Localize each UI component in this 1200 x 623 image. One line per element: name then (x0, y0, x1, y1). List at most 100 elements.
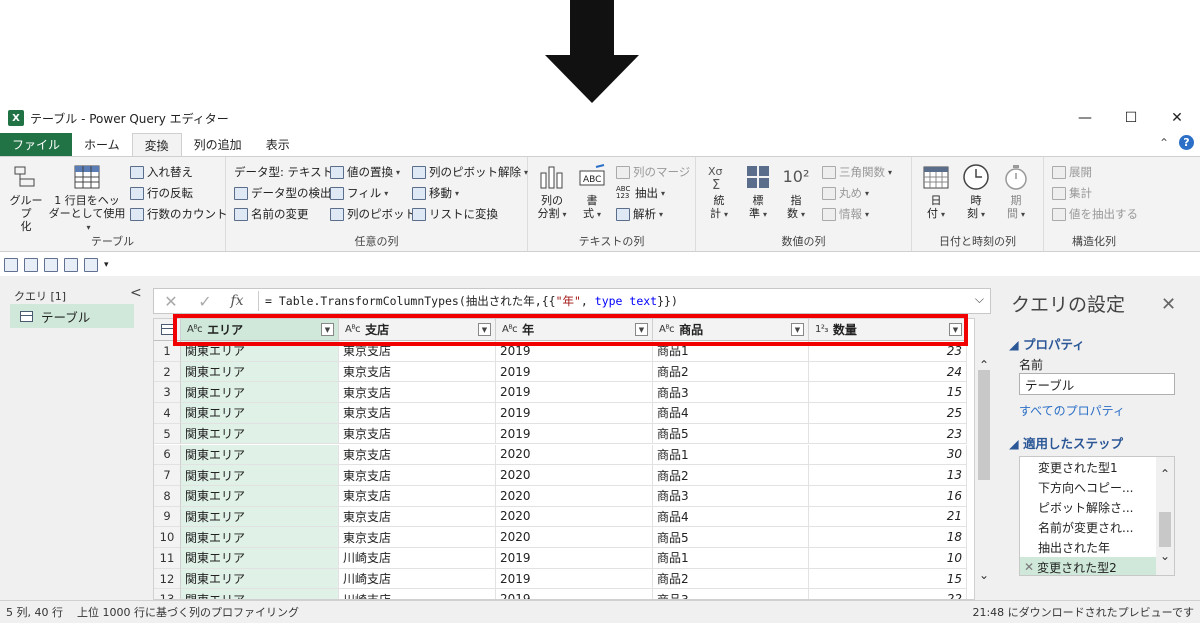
table-cell[interactable]: 関東エリア (181, 589, 339, 599)
table-cell[interactable]: 東京支店 (339, 403, 496, 424)
split-column-button[interactable]: 列の 分割 ▾ (532, 163, 572, 221)
table-cell[interactable]: 18 (809, 527, 967, 548)
properties-icon[interactable] (64, 258, 78, 272)
table-cell[interactable]: 2019 (496, 548, 653, 569)
applied-steps-header[interactable]: ◢ 適用したステップ (1009, 433, 1123, 452)
table-cell[interactable]: 関東エリア (181, 444, 339, 466)
scroll-down-icon[interactable]: ⌄ (975, 568, 993, 586)
detect-type-button[interactable]: データ型の検出 (234, 184, 332, 202)
step-item[interactable]: 下方向へコピー... (1020, 477, 1174, 497)
table-cell[interactable]: 東京支店 (339, 423, 496, 445)
row-number[interactable]: 5 (154, 423, 181, 445)
reverse-rows-button[interactable]: 行の反転 (130, 184, 193, 202)
formula-cancel-icon[interactable]: ✕ (154, 292, 188, 311)
customize-qat-icon[interactable]: ▾ (104, 260, 109, 270)
table-cell[interactable]: 東京支店 (339, 527, 496, 548)
to-list-button[interactable]: リストに変換 (412, 205, 498, 223)
table-cell[interactable]: 川崎支店 (339, 568, 496, 590)
column-header-quantity[interactable]: 1²₃ 数量 ▼ (809, 319, 967, 341)
filter-dropdown-icon[interactable]: ▼ (949, 323, 962, 336)
table-cell[interactable]: 23 (809, 423, 967, 445)
table-cell[interactable]: 10 (809, 548, 967, 569)
table-cell[interactable]: 2020 (496, 527, 653, 548)
step-item[interactable]: ピボット解除さ... (1020, 497, 1174, 517)
table-cell[interactable]: 30 (809, 444, 967, 466)
count-rows-button[interactable]: 行数のカウント (130, 205, 228, 223)
unpivot-button[interactable]: 列のピボット解除 ▾ (412, 163, 528, 181)
all-properties-link[interactable]: すべてのプロパティ (1019, 402, 1125, 419)
tab-home[interactable]: ホーム (72, 133, 132, 156)
table-cell[interactable]: 2019 (496, 423, 653, 445)
step-item[interactable]: 変更された型1 (1020, 457, 1174, 477)
minimize-button[interactable]: — (1062, 104, 1108, 132)
steps-scrollbar[interactable]: ⌃ ⌄ (1156, 457, 1174, 575)
table-cell[interactable]: 商品2 (653, 361, 809, 383)
table-cell[interactable]: 関東エリア (181, 382, 339, 404)
rounding-button[interactable]: 丸め ▾ (822, 184, 869, 202)
table-menu-icon[interactable] (154, 319, 181, 341)
table-cell[interactable]: 東京支店 (339, 361, 496, 383)
table-cell[interactable]: 16 (809, 485, 967, 507)
fill-button[interactable]: フィル ▾ (330, 184, 388, 202)
table-cell[interactable]: 25 (809, 403, 967, 424)
table-cell[interactable]: 15 (809, 382, 967, 404)
table-cell[interactable]: 関東エリア (181, 465, 339, 486)
column-header-product[interactable]: Aᴮc 商品 ▼ (653, 319, 809, 341)
step-item[interactable]: 抽出された年 (1020, 537, 1174, 557)
pivot-column-button[interactable]: 列のピボット (330, 205, 416, 223)
save-icon[interactable] (4, 258, 18, 272)
table-cell[interactable]: 川崎支店 (339, 548, 496, 569)
new-source-icon[interactable] (44, 258, 58, 272)
merge-columns-button[interactable]: 列のマージ (616, 163, 690, 181)
row-number[interactable]: 12 (154, 568, 181, 590)
table-cell[interactable]: 東京支店 (339, 506, 496, 528)
table-cell[interactable]: 2020 (496, 465, 653, 486)
table-cell[interactable]: 2020 (496, 444, 653, 466)
table-cell[interactable]: 関東エリア (181, 527, 339, 548)
table-cell[interactable]: 商品1 (653, 444, 809, 466)
table-cell[interactable]: 関東エリア (181, 341, 339, 362)
table-cell[interactable]: 商品2 (653, 465, 809, 486)
grid-vertical-scrollbar[interactable]: ⌃ ⌄ (975, 318, 993, 600)
ribbon-collapse-icon[interactable]: ⌃ (1159, 136, 1169, 150)
step-item-active[interactable]: ✕ 変更された型2 (1020, 557, 1174, 575)
row-number[interactable]: 8 (154, 485, 181, 507)
query-item-table[interactable]: テーブル (10, 304, 134, 328)
table-cell[interactable]: 21 (809, 506, 967, 528)
tab-view[interactable]: 表示 (254, 133, 302, 156)
row-number[interactable]: 1 (154, 341, 181, 362)
group-by-button[interactable]: グループ 化 (6, 163, 46, 233)
table-cell[interactable]: 商品2 (653, 568, 809, 590)
table-cell[interactable]: 15 (809, 568, 967, 590)
table-cell[interactable]: 2019 (496, 568, 653, 590)
help-icon[interactable]: ? (1179, 135, 1194, 150)
table-cell[interactable]: 商品5 (653, 527, 809, 548)
filter-dropdown-icon[interactable]: ▼ (791, 323, 804, 336)
column-header-branch[interactable]: Aᴮc 支店 ▼ (339, 319, 496, 341)
table-cell[interactable]: 24 (809, 361, 967, 383)
table-cell[interactable]: 商品4 (653, 403, 809, 424)
table-cell[interactable]: 13 (809, 465, 967, 486)
row-number[interactable]: 6 (154, 444, 181, 466)
close-apply-icon[interactable] (24, 258, 38, 272)
table-cell[interactable]: 商品4 (653, 506, 809, 528)
row-number[interactable]: 4 (154, 403, 181, 424)
filter-dropdown-icon[interactable]: ▼ (635, 323, 648, 336)
close-button[interactable]: ✕ (1154, 104, 1200, 132)
table-cell[interactable]: 商品3 (653, 382, 809, 404)
table-cell[interactable]: 商品5 (653, 423, 809, 445)
rename-button[interactable]: 名前の変更 (234, 205, 309, 223)
table-cell[interactable]: 2019 (496, 589, 653, 599)
scroll-thumb[interactable] (978, 370, 990, 480)
format-button[interactable]: ABC 書 式 ▾ (574, 163, 610, 221)
table-cell[interactable]: 商品3 (653, 589, 809, 599)
tab-add-column[interactable]: 列の追加 (182, 133, 254, 156)
table-cell[interactable]: 東京支店 (339, 341, 496, 362)
row-number[interactable]: 2 (154, 361, 181, 383)
filter-dropdown-icon[interactable]: ▼ (321, 323, 334, 336)
tab-file[interactable]: ファイル (0, 133, 73, 156)
table-cell[interactable]: 2020 (496, 485, 653, 507)
steps-scroll-down-icon[interactable]: ⌄ (1156, 549, 1174, 567)
table-cell[interactable]: 東京支店 (339, 382, 496, 404)
expand-button[interactable]: 展開 (1052, 163, 1092, 181)
